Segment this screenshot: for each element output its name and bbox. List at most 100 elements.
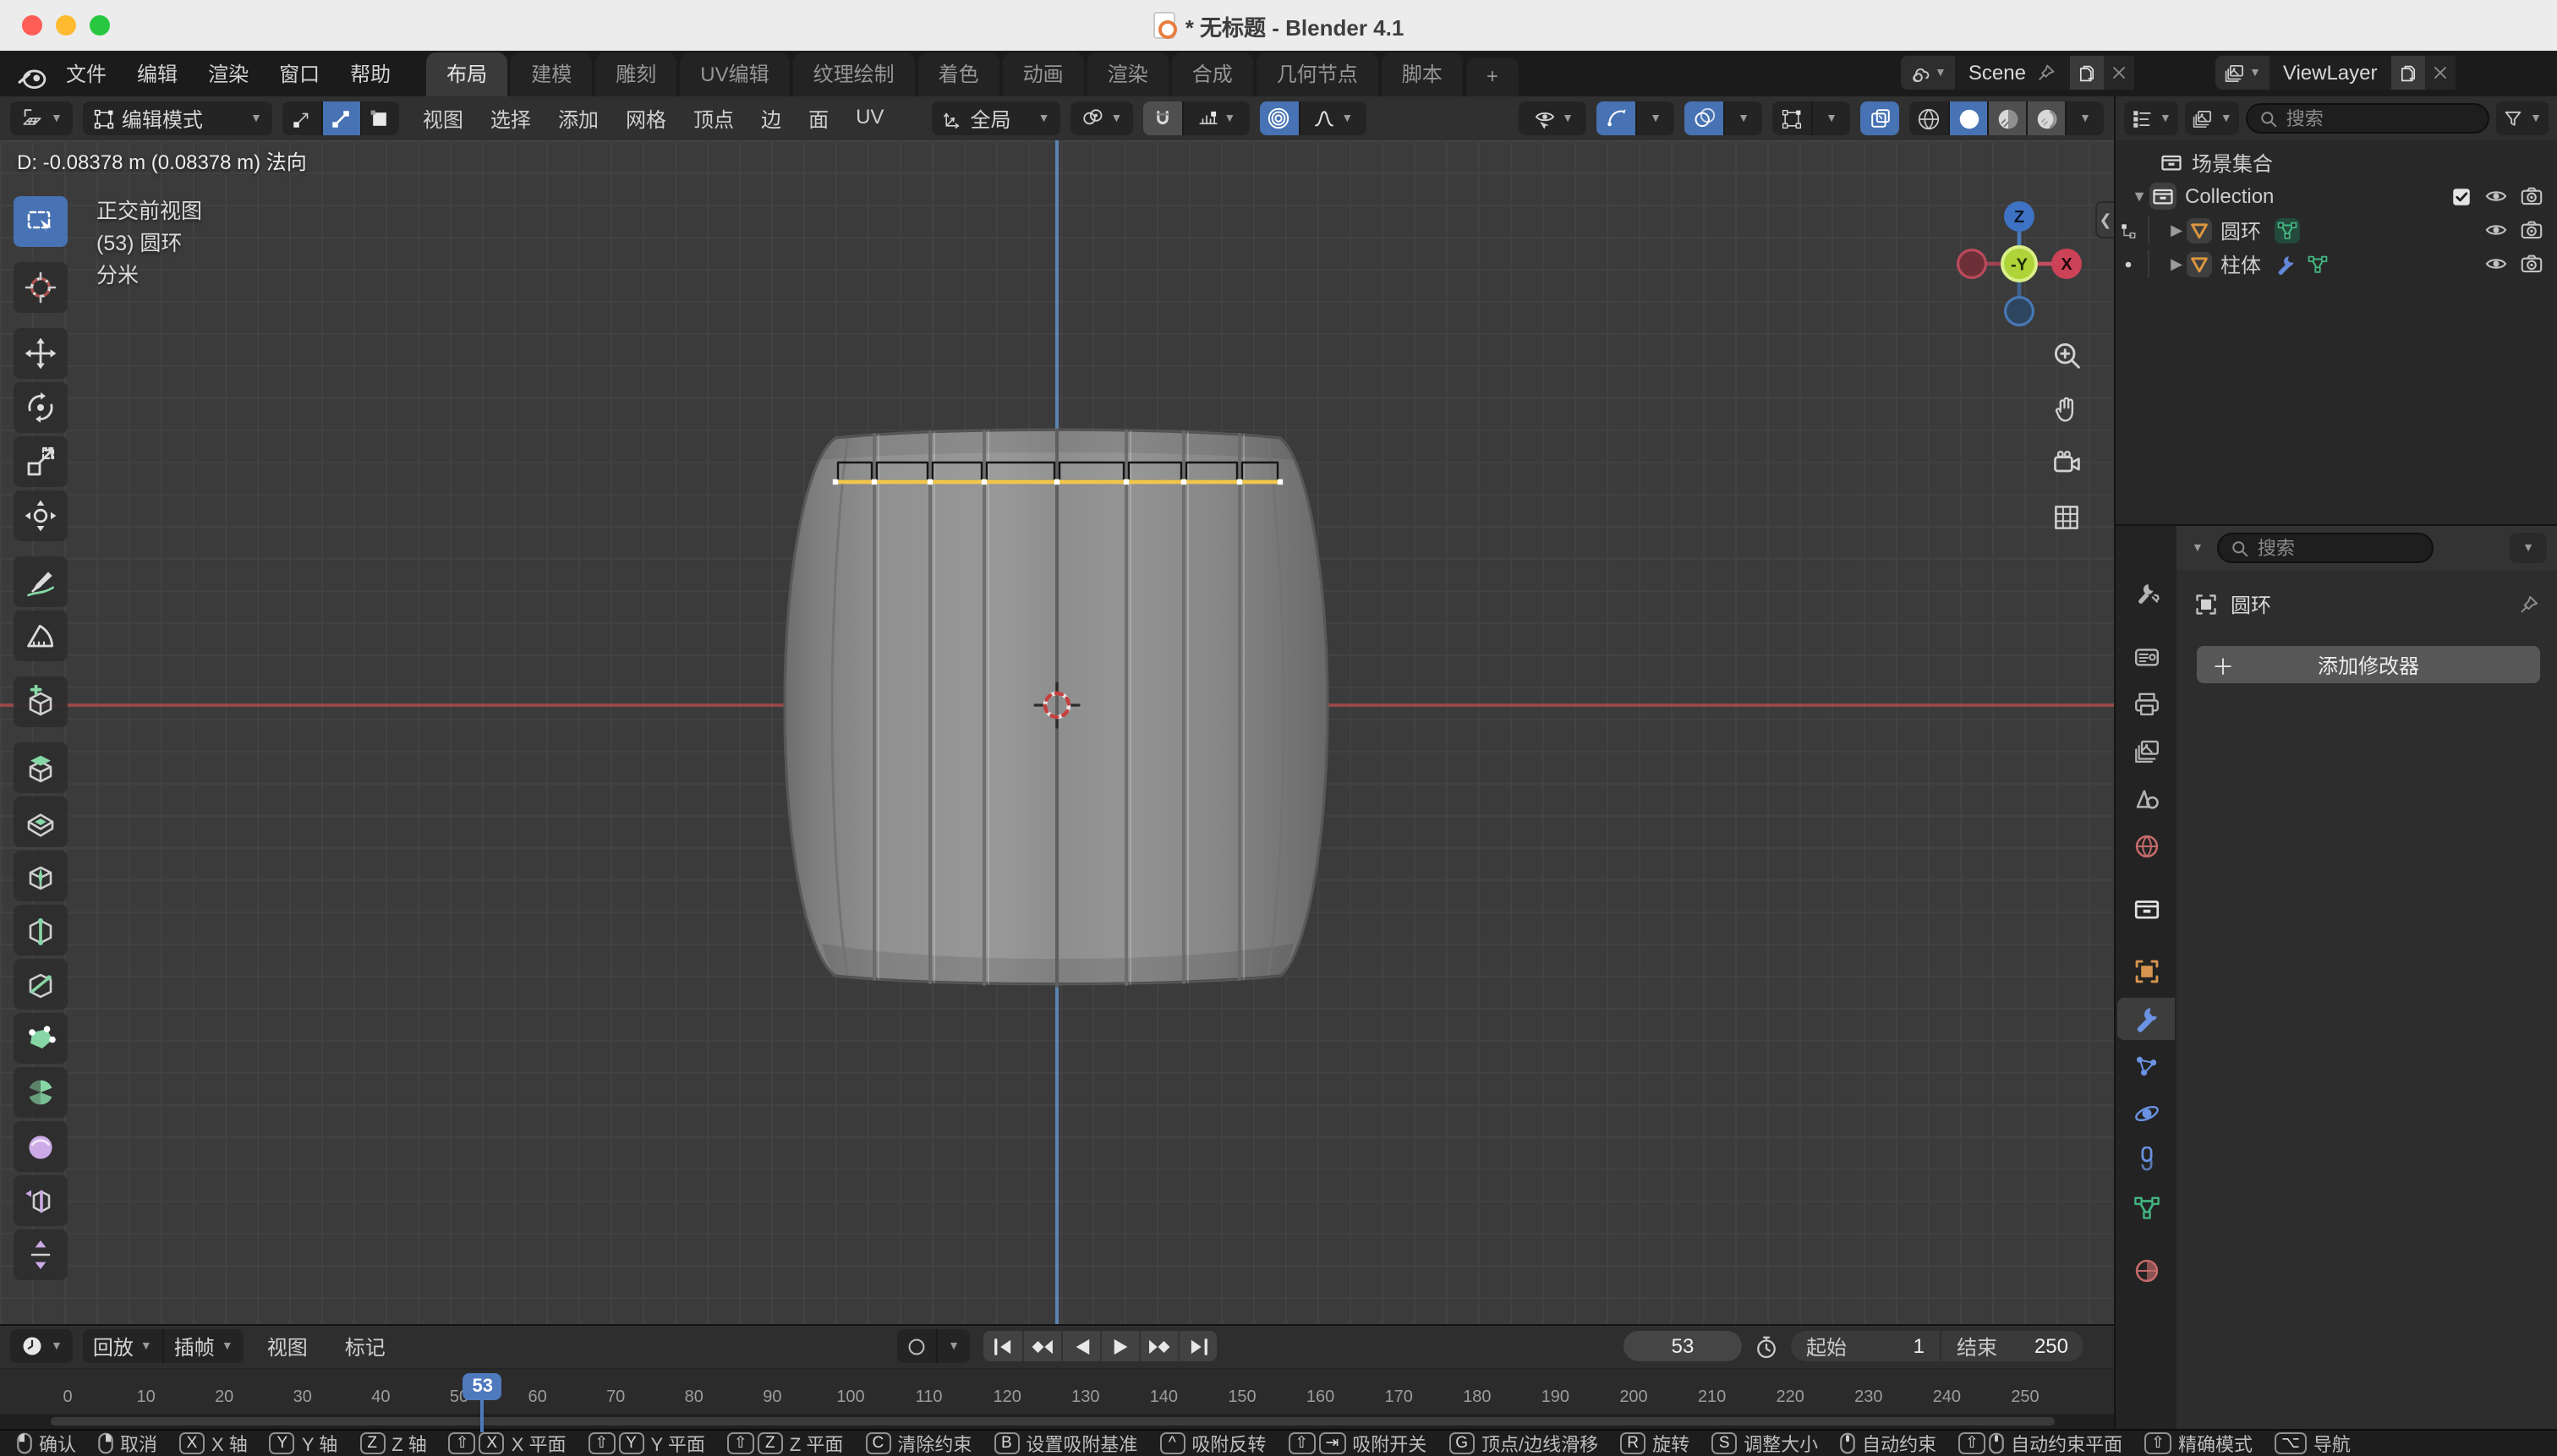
gizmo-neg-x-ball[interactable] bbox=[1958, 250, 1986, 278]
tool-poly-build[interactable] bbox=[14, 1013, 68, 1064]
hide-eye-icon[interactable] bbox=[2484, 186, 2508, 206]
snap-toggle-button[interactable] bbox=[1142, 101, 1181, 135]
main-menu-4[interactable]: 帮助 bbox=[335, 54, 406, 93]
proportional-falloff-dropdown[interactable]: ▼ bbox=[1298, 101, 1366, 135]
playhead-badge[interactable]: 53 bbox=[463, 1372, 502, 1399]
gizmo-neg-z-ball[interactable] bbox=[2006, 298, 2034, 326]
properties-tab-physics[interactable] bbox=[2117, 1092, 2175, 1135]
properties-tab-constraints[interactable] bbox=[2117, 1140, 2175, 1182]
sidebar-collapse-arrow[interactable]: ❮ bbox=[2095, 201, 2114, 238]
viewport-menu-7[interactable]: UV bbox=[842, 104, 897, 133]
tool-move[interactable] bbox=[14, 328, 68, 379]
add-modifier-button[interactable]: ＋ 添加修改器 bbox=[2197, 646, 2540, 683]
material-preview-button[interactable] bbox=[1987, 101, 2026, 135]
timeline-marker-menu[interactable]: 标记 bbox=[331, 1333, 399, 1361]
main-menu-3[interactable]: 窗口 bbox=[264, 54, 335, 93]
tool-knife[interactable] bbox=[14, 959, 68, 1010]
show-gizmo-toggle[interactable] bbox=[1596, 101, 1635, 135]
outliner-row-柱体[interactable]: ▶ 柱体 bbox=[2116, 247, 2557, 281]
show-overlays-toggle[interactable] bbox=[1684, 101, 1723, 135]
toggle-ortho-button[interactable] bbox=[2048, 499, 2085, 536]
stopwatch-icon[interactable] bbox=[1754, 1334, 1779, 1360]
viewlayer-remove-button[interactable] bbox=[2425, 56, 2456, 90]
pivot-point-dropdown[interactable]: ▼ bbox=[1070, 101, 1132, 135]
workspace-tab-2[interactable]: 雕刻 bbox=[595, 52, 676, 96]
disable-render-icon[interactable] bbox=[2520, 220, 2543, 240]
play-reverse-button[interactable] bbox=[1061, 1332, 1100, 1362]
workspace-tab-5[interactable]: 着色 bbox=[918, 52, 999, 96]
scene-unlink-button[interactable] bbox=[2104, 56, 2134, 90]
viewlayer-name-field[interactable]: ViewLayer bbox=[2270, 56, 2391, 90]
mesh-object-barrel[interactable] bbox=[769, 419, 1353, 1003]
toggle-xray-button[interactable] bbox=[1860, 101, 1899, 135]
tool-transform[interactable] bbox=[14, 490, 68, 541]
scene-browse-button[interactable]: ▼ bbox=[1901, 56, 1955, 90]
tool-measure[interactable] bbox=[14, 610, 68, 661]
outliner-row-圆环[interactable]: ▶ 圆环 bbox=[2116, 213, 2557, 247]
properties-search-input[interactable]: 搜索 bbox=[2217, 533, 2434, 563]
tool-select-box[interactable] bbox=[14, 196, 68, 247]
proportional-edit-toggle[interactable] bbox=[1259, 101, 1298, 135]
viewport-menu-3[interactable]: 网格 bbox=[612, 104, 680, 133]
tool-shrink-fatten[interactable] bbox=[14, 1229, 68, 1280]
shading-settings-dropdown[interactable]: ▼ bbox=[2065, 101, 2104, 135]
frame-end-field[interactable]: 结束 250 bbox=[1941, 1332, 2083, 1362]
tool-rotate[interactable] bbox=[14, 382, 68, 433]
expand-caret[interactable]: ▶ bbox=[2166, 255, 2187, 273]
outliner-display-mode-dropdown[interactable]: ▼ bbox=[2185, 101, 2239, 135]
properties-tab-object-data[interactable] bbox=[2117, 1187, 2175, 1229]
pin-icon[interactable] bbox=[2518, 594, 2540, 616]
keying-menu[interactable]: 插帧 ▼ bbox=[162, 1330, 244, 1364]
outliner-editor-type-button[interactable]: ▼ bbox=[2124, 101, 2178, 135]
selectability-visibility-dropdown[interactable]: ▼ bbox=[1519, 101, 1586, 135]
viewport-menu-4[interactable]: 顶点 bbox=[680, 104, 747, 133]
keying-set-dropdown[interactable]: ▼ bbox=[936, 1330, 970, 1364]
add-workspace-button[interactable]: + bbox=[1466, 57, 1519, 96]
properties-tab-tool[interactable] bbox=[2117, 573, 2175, 616]
viewport-menu-6[interactable]: 面 bbox=[795, 104, 842, 133]
next-keyframe-button[interactable] bbox=[1139, 1332, 1178, 1362]
properties-tab-object[interactable] bbox=[2117, 950, 2175, 993]
main-menu-2[interactable]: 渲染 bbox=[193, 54, 264, 93]
outliner-row-Collection[interactable]: ▼ Collection bbox=[2116, 179, 2557, 213]
properties-tab-collection[interactable] bbox=[2117, 888, 2175, 930]
workspace-tab-4[interactable]: 纹理绘制 bbox=[793, 52, 915, 96]
tool-spin[interactable] bbox=[14, 1067, 68, 1118]
face-select-button[interactable] bbox=[360, 101, 399, 135]
transform-orientation-dropdown[interactable]: 全局 ▼ bbox=[931, 101, 1059, 135]
hide-eye-icon[interactable] bbox=[2484, 254, 2508, 274]
gizmo-settings-dropdown[interactable]: ▼ bbox=[1635, 101, 1674, 135]
outliner-filter-dropdown[interactable]: ▼ bbox=[2496, 101, 2549, 135]
workspace-tab-0[interactable]: 布局 bbox=[426, 52, 507, 96]
collapse-caret[interactable]: ▼ bbox=[2129, 188, 2149, 205]
main-menu-0[interactable]: 文件 bbox=[51, 54, 122, 93]
viewport-menu-1[interactable]: 选择 bbox=[477, 104, 545, 133]
outliner-search-input[interactable]: 搜索 bbox=[2246, 103, 2489, 134]
playback-menu[interactable]: 回放 ▼ bbox=[83, 1330, 162, 1364]
timeline-scrollbar[interactable] bbox=[51, 1417, 2055, 1426]
zoom-view-button[interactable] bbox=[2048, 337, 2085, 374]
rendered-shading-button[interactable] bbox=[2026, 101, 2065, 135]
workspace-tab-8[interactable]: 合成 bbox=[1172, 52, 1253, 96]
properties-tab-world[interactable] bbox=[2117, 825, 2175, 868]
hide-eye-icon[interactable] bbox=[2484, 220, 2508, 240]
properties-tab-output[interactable] bbox=[2117, 683, 2175, 725]
viewport-menu-5[interactable]: 边 bbox=[747, 104, 795, 133]
properties-options-dropdown[interactable]: ▼ bbox=[2510, 533, 2547, 563]
overlays-settings-dropdown[interactable]: ▼ bbox=[1723, 101, 1762, 135]
mesh-edit-overlays-dropdown[interactable]: ▼ bbox=[1811, 101, 1850, 135]
exclude-checkbox[interactable] bbox=[2450, 185, 2472, 207]
tool-inset-faces[interactable] bbox=[14, 796, 68, 847]
camera-view-button[interactable] bbox=[2048, 445, 2085, 482]
workspace-tab-1[interactable]: 建模 bbox=[511, 52, 592, 96]
workspace-tab-3[interactable]: UV编辑 bbox=[680, 52, 789, 96]
workspace-tab-6[interactable]: 动画 bbox=[1003, 52, 1084, 96]
scene-name-field[interactable]: Scene bbox=[1955, 56, 2070, 90]
blender-logo-icon[interactable] bbox=[17, 66, 47, 90]
viewport-menu-2[interactable]: 添加 bbox=[545, 104, 612, 133]
timeline-ruler[interactable]: 53 0102030405060708090100110120130140150… bbox=[0, 1367, 2114, 1414]
breadcrumb-object-name[interactable]: 圆环 bbox=[2231, 590, 2271, 619]
jump-to-end-button[interactable] bbox=[1178, 1332, 1217, 1362]
viewlayer-new-button[interactable] bbox=[2391, 56, 2425, 90]
edge-select-button[interactable] bbox=[321, 101, 360, 135]
